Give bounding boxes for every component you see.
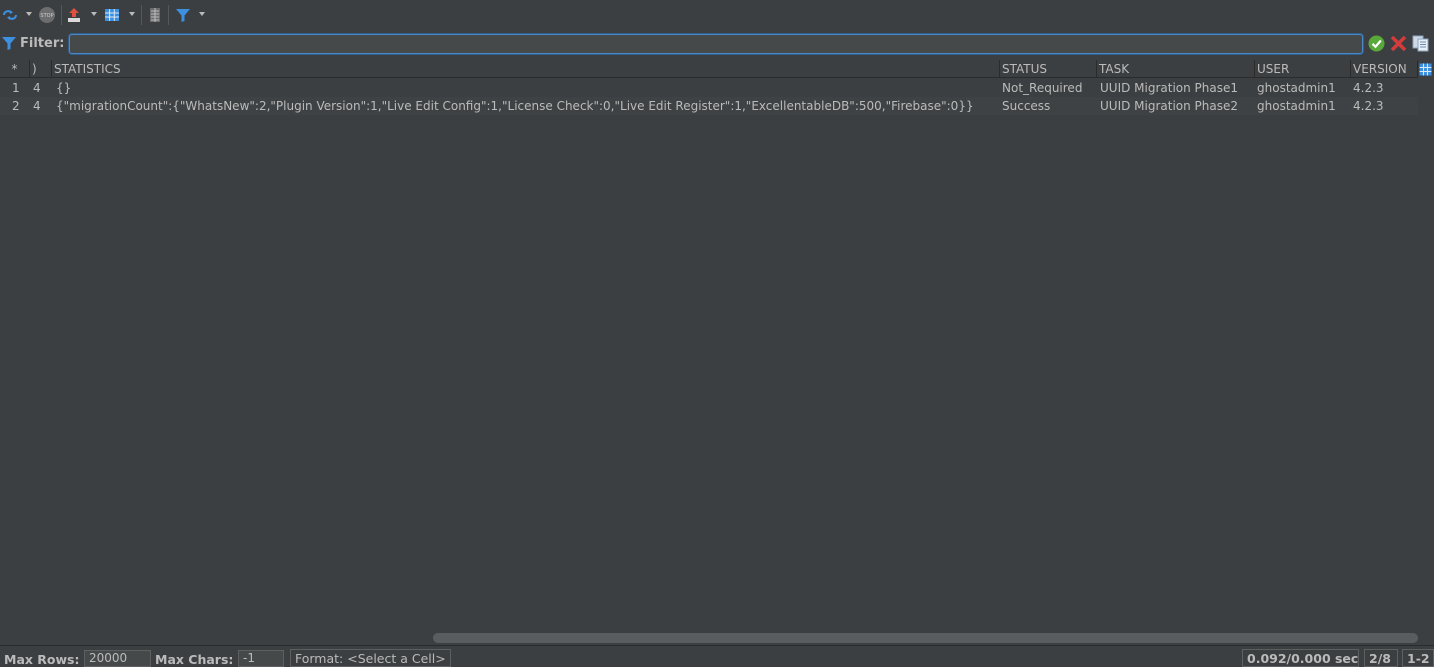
filter-label: Filter: [20, 36, 65, 51]
column-header-user[interactable]: USER [1255, 60, 1351, 78]
cell-statistics[interactable]: {} [54, 79, 1000, 97]
toolbar-separator [61, 5, 62, 25]
filter-dropdown-icon[interactable] [198, 8, 206, 20]
row-number: 2 [12, 99, 20, 113]
table-row[interactable]: 1 4 {} Not_Required UUID Migration Phase… [0, 79, 1418, 97]
cell-id[interactable]: 4 [31, 97, 52, 115]
refresh-icon[interactable] [0, 4, 20, 26]
cell-id[interactable]: 4 [31, 79, 52, 97]
filter-bar: Filter: [0, 32, 1434, 56]
grid-view-dropdown-icon[interactable] [128, 8, 136, 20]
export-icon[interactable] [65, 4, 83, 26]
apply-filter-icon[interactable] [1368, 35, 1385, 55]
max-rows-label: Max Rows: [4, 652, 80, 667]
toolbar-separator [168, 5, 169, 25]
cell-task[interactable]: UUID Migration Phase2 [1098, 97, 1255, 115]
column-header-version[interactable]: VERSION [1351, 60, 1418, 78]
cell-statistics[interactable]: {"migrationCount":{"WhatsNew":2,"Plugin … [54, 97, 1000, 115]
max-rows-input[interactable]: 20000 [84, 650, 151, 667]
column-chooser-icon[interactable] [1419, 63, 1432, 79]
grid-view-icon[interactable] [103, 4, 121, 26]
column-header-rownum[interactable]: * [0, 60, 30, 78]
row-range-indicator: 1-2 [1402, 649, 1434, 667]
horizontal-scrollbar[interactable] [433, 633, 1418, 643]
table-row[interactable]: 2 4 {"migrationCount":{"WhatsNew":2,"Plu… [0, 97, 1418, 115]
cell-status[interactable]: Success [1000, 97, 1097, 115]
status-bar: Max Rows: 20000 Max Chars: -1 Format: <S… [0, 645, 1434, 667]
timing-indicator: 0.092/0.000 sec [1242, 649, 1359, 667]
max-chars-label: Max Chars: [155, 652, 234, 667]
stop-icon[interactable]: STOP [37, 4, 57, 26]
export-dropdown-icon[interactable] [90, 8, 98, 20]
results-grid: * ) STATISTICS STATUS TASK USER VERSION … [0, 60, 1434, 630]
cell-user[interactable]: ghostadmin1 [1255, 79, 1351, 97]
column-header-task[interactable]: TASK [1097, 60, 1255, 78]
row-number: 1 [12, 81, 20, 95]
filter-funnel-icon [2, 36, 16, 54]
column-header-statistics[interactable]: STATISTICS [52, 60, 1000, 78]
refresh-dropdown-icon[interactable] [25, 8, 33, 20]
toolbar-separator [141, 5, 142, 25]
format-indicator: Format: <Select a Cell> [290, 649, 451, 667]
column-header-status[interactable]: STATUS [1000, 60, 1097, 78]
cell-task[interactable]: UUID Migration Phase1 [1098, 79, 1255, 97]
filter-input[interactable] [69, 34, 1363, 54]
cell-status[interactable]: Not_Required [1000, 79, 1097, 97]
record-view-icon[interactable] [146, 4, 164, 26]
stop-text: STOP [40, 13, 53, 19]
fetched-rows-indicator: 2/8 [1364, 649, 1398, 667]
toolbar: STOP [0, 0, 1434, 30]
cell-user[interactable]: ghostadmin1 [1255, 97, 1351, 115]
clear-filter-icon[interactable] [1390, 35, 1407, 55]
copy-icon[interactable] [1412, 35, 1429, 55]
filter-icon[interactable] [173, 4, 193, 26]
cell-version[interactable]: 4.2.3 [1351, 79, 1418, 97]
column-header-id[interactable]: ) [30, 60, 52, 78]
max-chars-input[interactable]: -1 [238, 650, 284, 667]
cell-version[interactable]: 4.2.3 [1351, 97, 1418, 115]
